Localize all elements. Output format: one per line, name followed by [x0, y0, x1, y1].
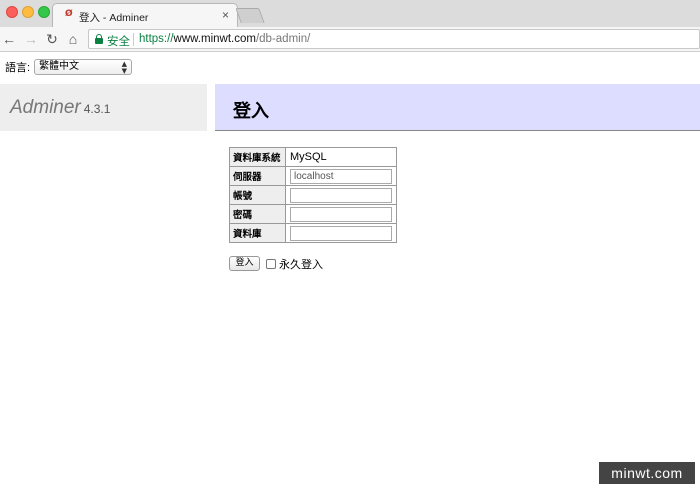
new-tab-button[interactable] [235, 8, 265, 23]
browser-tab[interactable]: Ø 登入 - Adminer × [52, 3, 238, 27]
language-selected-value: 繁體中文 [39, 61, 80, 72]
reload-icon[interactable]: ↻ [43, 30, 61, 48]
address-bar[interactable]: 安全 https://www.minwt.com/db-admin/ [88, 29, 700, 49]
form-row-system: 資料庫系統 MySQL [229, 147, 397, 167]
watermark-logo: minwt.com [599, 462, 695, 484]
browser-titlebar: Ø 登入 - Adminer × [0, 0, 700, 27]
secure-label: 安全 [107, 36, 130, 48]
language-bar: 語言: 繁體中文 ▲ ▼ [5, 59, 133, 75]
password-input[interactable] [290, 206, 392, 222]
browser-toolbar: ← → ↻ ⌂ 安全 https://www.minwt.com/db-admi… [0, 27, 700, 52]
server-input[interactable]: localhost [290, 168, 392, 184]
back-arrow-icon[interactable]: ← [0, 30, 18, 48]
minimize-window-button[interactable] [22, 6, 34, 18]
close-window-button[interactable] [6, 6, 18, 18]
remember-login[interactable]: 永久登入 [266, 256, 323, 272]
password-label: 密碼 [229, 204, 286, 224]
app-version: 4.3.1 [83, 102, 111, 116]
remember-checkbox[interactable] [266, 259, 276, 269]
lock-icon [95, 34, 103, 44]
app-name: Adminer [10, 97, 81, 118]
language-label: 語言: [5, 62, 31, 74]
system-select[interactable]: MySQL [285, 147, 397, 167]
remember-label: 永久登入 [279, 258, 323, 271]
url-path: /db-admin/ [255, 33, 311, 45]
url-scheme: https:// [139, 33, 174, 45]
login-button[interactable]: 登入 [229, 256, 260, 271]
app-brand[interactable]: Adminer 4.3.1 [10, 97, 110, 119]
address-divider [133, 33, 134, 46]
tab-title: 登入 - Adminer [79, 12, 149, 24]
url-text[interactable]: https://www.minwt.com/db-admin/ [139, 33, 310, 45]
form-row-database: 資料庫 [229, 223, 397, 243]
username-label: 帳號 [229, 185, 286, 205]
page-title: 登入 [233, 101, 269, 122]
forward-arrow-icon[interactable]: → [22, 30, 40, 48]
username-input[interactable] [290, 187, 392, 203]
maximize-window-button[interactable] [38, 6, 50, 18]
home-icon[interactable]: ⌂ [64, 30, 82, 48]
tab-close-icon[interactable]: × [222, 8, 229, 22]
form-row-username: 帳號 [229, 185, 397, 205]
system-label: 資料庫系統 [229, 147, 286, 167]
form-row-password: 密碼 [229, 204, 397, 224]
url-host: www.minwt.com [173, 33, 256, 45]
favicon-icon: Ø [65, 9, 73, 19]
menu-header: Adminer 4.3.1 [0, 84, 207, 131]
content-header: 登入 [215, 84, 700, 131]
login-form-table: 資料庫系統 MySQL 伺服器 localhost 帳號 密碼 資料庫 [229, 147, 397, 243]
language-select[interactable]: 繁體中文 ▲ ▼ [34, 59, 133, 75]
server-label: 伺服器 [229, 166, 286, 186]
database-input[interactable] [290, 225, 392, 241]
database-label: 資料庫 [229, 223, 286, 243]
form-row-server: 伺服器 localhost [229, 166, 397, 186]
select-arrows-icon: ▲ ▼ [121, 60, 128, 75]
